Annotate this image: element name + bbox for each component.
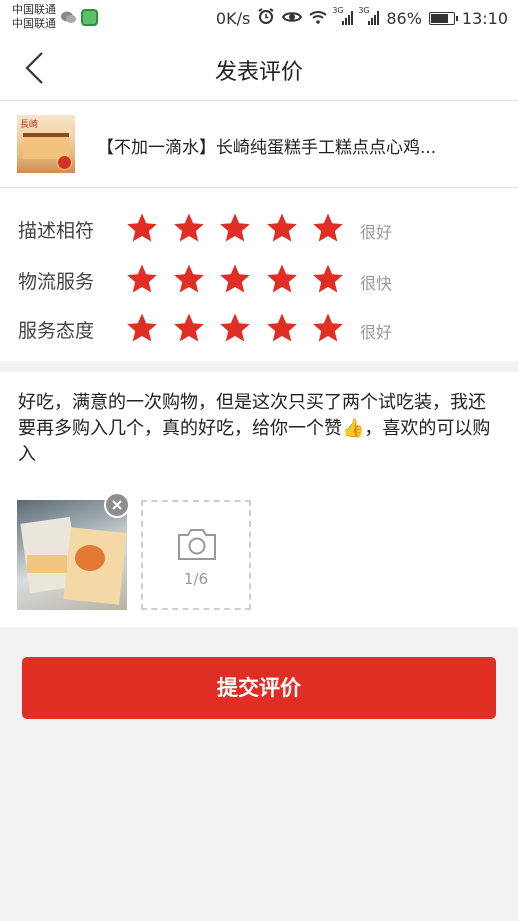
star-icon[interactable]	[312, 312, 344, 344]
star-icon[interactable]	[219, 263, 251, 295]
carrier-1: 中国联通	[12, 3, 56, 16]
review-section: 好吃，满意的一次购物，但是这次只买了两个试吃装，我还要再多购入几个，真的好吃，给…	[0, 372, 518, 627]
battery-percent: 86%	[386, 8, 422, 28]
close-icon	[112, 500, 122, 510]
star-icon[interactable]	[126, 263, 158, 295]
network-speed: 0K/s	[215, 8, 251, 28]
star-rating[interactable]	[126, 312, 359, 344]
battery-icon	[428, 11, 458, 25]
product-thumbnail: 長崎	[17, 115, 75, 173]
alarm-icon	[257, 7, 275, 29]
rating-row-logistics: 物流服务 很快	[0, 259, 518, 299]
star-icon[interactable]	[126, 212, 158, 244]
star-icon[interactable]	[126, 312, 158, 344]
star-icon[interactable]	[219, 212, 251, 244]
nav-header: 发表评价	[0, 36, 518, 101]
signal-2: 3G	[358, 6, 380, 25]
status-bar: 中国联通 中国联通 0K/s 3G 3G 86% 13:10	[0, 0, 518, 36]
product-summary: 長崎 【不加一滴水】长崎纯蛋糕手工糕点点心鸡...	[0, 101, 518, 188]
product-thumbnail-logo: 長崎	[20, 120, 39, 130]
star-icon[interactable]	[266, 212, 298, 244]
app-notification-icon	[81, 9, 98, 26]
star-rating[interactable]	[126, 263, 359, 295]
rating-row-service: 服务态度 很好	[0, 308, 518, 348]
rating-label: 服务态度	[18, 320, 95, 342]
signal-icon	[342, 11, 354, 25]
rating-label: 描述相符	[18, 220, 95, 242]
rating-label: 物流服务	[18, 271, 95, 293]
add-photo-button[interactable]: 1/6	[141, 500, 251, 610]
rating-word: 很好	[360, 323, 393, 342]
star-icon[interactable]	[173, 312, 205, 344]
wechat-icon	[60, 9, 77, 26]
wifi-icon	[309, 9, 327, 28]
product-name: 【不加一滴水】长崎纯蛋糕手工糕点点心鸡...	[97, 138, 437, 158]
carrier-2: 中国联通	[12, 17, 56, 30]
signal-icon	[368, 11, 380, 25]
star-icon[interactable]	[173, 263, 205, 295]
camera-icon	[178, 529, 216, 560]
star-icon[interactable]	[266, 263, 298, 295]
rating-word: 很好	[360, 223, 393, 242]
photo-count: 1/6	[183, 570, 209, 588]
star-rating[interactable]	[126, 212, 359, 244]
eye-comfort-icon	[282, 9, 303, 28]
star-icon[interactable]	[266, 312, 298, 344]
star-icon[interactable]	[312, 263, 344, 295]
remove-photo-button[interactable]	[104, 492, 130, 518]
signal-1: 3G	[332, 6, 354, 25]
star-icon[interactable]	[219, 312, 251, 344]
rating-row-description: 描述相符 很好	[0, 208, 518, 248]
clock: 13:10	[461, 8, 508, 28]
star-icon[interactable]	[312, 212, 344, 244]
rating-word: 很快	[360, 274, 393, 293]
submit-review-button[interactable]: 提交评价	[22, 657, 496, 719]
review-textarea[interactable]: 好吃，满意的一次购物，但是这次只买了两个试吃装，我还要再多购入几个，真的好吃，给…	[18, 390, 500, 468]
notification-icons	[60, 9, 98, 26]
network-type-2: 3G	[358, 6, 370, 15]
star-icon[interactable]	[173, 212, 205, 244]
carrier-info: 中国联通 中国联通	[12, 3, 56, 31]
network-type-1: 3G	[332, 6, 344, 15]
rating-section: 描述相符 很好 物流服务 很快 服务态度 很好	[0, 188, 518, 361]
page-title: 发表评价	[214, 60, 303, 85]
